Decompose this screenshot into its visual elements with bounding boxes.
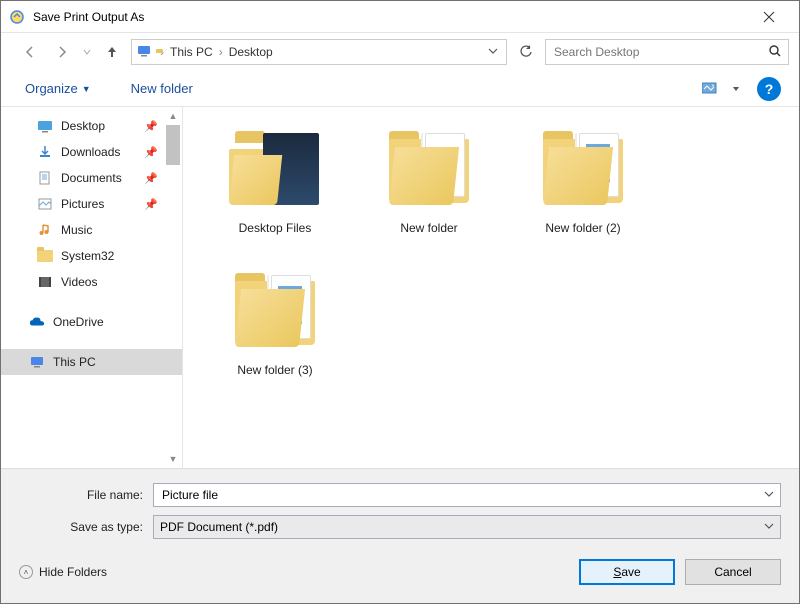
downloads-icon: [37, 144, 53, 160]
save-type-value: PDF Document (*.pdf): [160, 520, 764, 534]
folder-item[interactable]: Desktop Files: [215, 127, 335, 235]
pc-icon: [29, 354, 45, 370]
item-label: New folder: [400, 221, 457, 235]
window-title: Save Print Output As: [33, 10, 746, 24]
address-bar[interactable]: › This PC › Desktop: [131, 39, 507, 65]
nav-label: System32: [61, 249, 114, 263]
chevron-down-icon[interactable]: [764, 520, 774, 534]
folder-thumb-icon: [535, 127, 631, 211]
desktop-icon: [37, 118, 53, 134]
search-input[interactable]: [552, 44, 768, 60]
nav-label: Videos: [61, 275, 97, 289]
recent-dropdown-icon[interactable]: [81, 39, 93, 65]
folder-thumb-icon: [227, 269, 323, 353]
chevron-down-icon[interactable]: [764, 488, 774, 502]
forward-button[interactable]: [49, 39, 75, 65]
new-folder-button[interactable]: New folder: [125, 77, 199, 100]
navpane-item-pictures[interactable]: Pictures 📌: [1, 191, 182, 217]
navpane-item-documents[interactable]: Documents 📌: [1, 165, 182, 191]
view-dropdown-icon[interactable]: [729, 77, 743, 101]
folder-icon: [37, 248, 53, 264]
hide-folders-button[interactable]: ˄ Hide Folders: [19, 565, 107, 579]
save-type-field[interactable]: PDF Document (*.pdf): [153, 515, 781, 539]
onedrive-icon: [29, 314, 45, 330]
folder-item[interactable]: New folder (3): [215, 269, 335, 377]
scroll-down-icon[interactable]: ▼: [166, 452, 180, 466]
cancel-button[interactable]: Cancel: [685, 559, 781, 585]
app-icon: [9, 9, 25, 25]
pin-icon: 📌: [144, 172, 158, 185]
item-label: New folder (2): [545, 221, 620, 235]
pin-icon: 📌: [144, 120, 158, 133]
view-mode-button[interactable]: [695, 77, 729, 101]
nav-label: OneDrive: [53, 315, 104, 329]
folder-thumb-icon: [227, 127, 323, 211]
navigation-pane: ▲ Desktop 📌 Downloads 📌 Documents 📌: [1, 107, 183, 468]
item-label: New folder (3): [237, 363, 312, 377]
nav-label: Desktop: [61, 119, 105, 133]
folder-thumb-icon: [381, 127, 477, 211]
back-button[interactable]: [17, 39, 43, 65]
item-label: Desktop Files: [239, 221, 312, 235]
up-button[interactable]: [99, 39, 125, 65]
breadcrumb-current[interactable]: Desktop: [227, 45, 275, 59]
nav-label: Downloads: [61, 145, 120, 159]
folder-item[interactable]: New folder (2): [523, 127, 643, 235]
navpane-item-system32[interactable]: System32: [1, 243, 182, 269]
close-button[interactable]: [746, 2, 791, 32]
breadcrumb-root[interactable]: This PC: [168, 45, 215, 59]
nav-label: Documents: [61, 171, 122, 185]
nav-label: Music: [61, 223, 92, 237]
pictures-icon: [37, 196, 53, 212]
videos-icon: [37, 274, 53, 290]
file-list[interactable]: Desktop Files New folder New folder (2): [183, 107, 799, 468]
toolbar: Organize ▼ New folder ?: [1, 71, 799, 107]
chevron-down-icon: ▼: [82, 84, 91, 94]
save-button[interactable]: Save: [579, 559, 675, 585]
pin-icon: 📌: [144, 198, 158, 211]
navpane-item-desktop[interactable]: Desktop 📌: [1, 113, 182, 139]
new-folder-label: New folder: [131, 81, 193, 96]
pin-icon: 📌: [144, 146, 158, 159]
titlebar: Save Print Output As: [1, 1, 799, 33]
save-dialog: Save Print Output As › This PC › Desktop: [0, 0, 800, 604]
chevron-right-icon: ›: [219, 45, 223, 59]
navpane-item-thispc[interactable]: This PC: [1, 349, 182, 375]
address-dropdown-icon[interactable]: [484, 45, 502, 59]
chevron-up-icon: ˄: [19, 565, 33, 579]
nav-label: This PC: [53, 355, 96, 369]
search-box[interactable]: [545, 39, 789, 65]
nav-label: Pictures: [61, 197, 104, 211]
search-icon: [768, 44, 782, 61]
navpane-item-downloads[interactable]: Downloads 📌: [1, 139, 182, 165]
navpane-item-music[interactable]: Music: [1, 217, 182, 243]
file-name-input[interactable]: [160, 487, 764, 503]
organize-label: Organize: [25, 81, 78, 96]
folder-item[interactable]: New folder: [369, 127, 489, 235]
pc-icon: [136, 43, 152, 62]
music-icon: [37, 222, 53, 238]
documents-icon: [37, 170, 53, 186]
navpane-item-videos[interactable]: Videos: [1, 269, 182, 295]
hide-folders-label: Hide Folders: [39, 565, 107, 579]
refresh-button[interactable]: [513, 39, 539, 65]
footer: File name: Save as type: PDF Document (*…: [1, 468, 799, 603]
address-row: › This PC › Desktop: [1, 33, 799, 71]
organize-menu[interactable]: Organize ▼: [19, 77, 97, 100]
file-name-field[interactable]: [153, 483, 781, 507]
file-name-label: File name:: [19, 488, 153, 502]
navpane-item-onedrive[interactable]: OneDrive: [1, 309, 182, 335]
help-button[interactable]: ?: [757, 77, 781, 101]
save-rest: ave: [621, 565, 640, 579]
save-type-label: Save as type:: [19, 520, 153, 534]
